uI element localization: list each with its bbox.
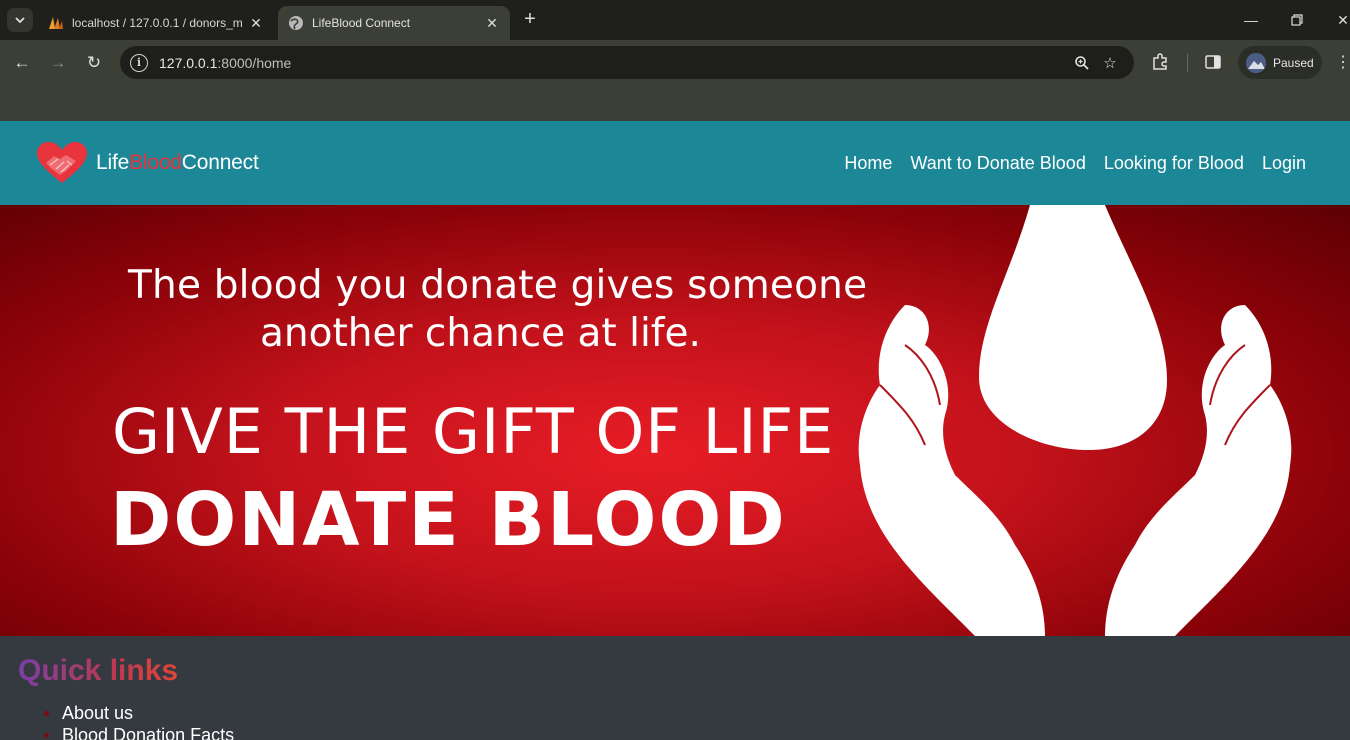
close-tab-icon[interactable]: ✕ bbox=[484, 15, 500, 31]
chevron-down-icon bbox=[15, 17, 25, 24]
minimize-icon[interactable]: — bbox=[1241, 10, 1261, 30]
browser-toolbar: ← → ↻ i 127.0.0.1:8000/home ☆ Paused ⋮ bbox=[0, 40, 1350, 85]
site-navbar: LifeBloodConnect Home Want to Donate Blo… bbox=[0, 121, 1350, 205]
quick-links-heading: Quick links bbox=[18, 654, 179, 687]
tab-title: LifeBlood Connect bbox=[312, 16, 411, 30]
quick-links-list: About us Blood Donation Facts bbox=[44, 702, 234, 740]
menu-kebab-icon[interactable]: ⋮ bbox=[1335, 52, 1350, 74]
hero-banner: The blood you donate gives someone anoth… bbox=[0, 205, 1350, 636]
back-icon[interactable]: ← bbox=[11, 52, 33, 74]
nav-login[interactable]: Login bbox=[1262, 153, 1306, 174]
browser-tabstrip: localhost / 127.0.0.1 / donors_m ✕ LifeB… bbox=[0, 0, 1350, 40]
brand[interactable]: LifeBloodConnect bbox=[36, 141, 259, 185]
heart-handshake-logo-icon bbox=[37, 142, 87, 183]
toolbar-divider bbox=[1187, 54, 1188, 72]
close-window-icon[interactable]: ✕ bbox=[1333, 10, 1350, 30]
blood-drop-hands-illustration bbox=[858, 205, 1292, 636]
main-nav: Home Want to Donate Blood Looking for Bl… bbox=[826, 153, 1306, 174]
hero-tagline-1: The blood you donate gives someone bbox=[128, 263, 868, 308]
bookmarks-bar bbox=[0, 85, 1350, 121]
restore-icon[interactable] bbox=[1287, 10, 1307, 30]
nav-home[interactable]: Home bbox=[844, 153, 892, 174]
avatar bbox=[1246, 52, 1266, 73]
address-bar[interactable]: i 127.0.0.1:8000/home ☆ bbox=[120, 46, 1134, 79]
profile-button[interactable]: Paused bbox=[1238, 46, 1322, 79]
side-panel-icon[interactable] bbox=[1204, 53, 1224, 73]
url-text[interactable]: 127.0.0.1:8000/home bbox=[159, 55, 1068, 71]
nav-donate[interactable]: Want to Donate Blood bbox=[910, 153, 1085, 174]
page-viewport: LifeBloodConnect Home Want to Donate Blo… bbox=[0, 121, 1350, 740]
profile-status: Paused bbox=[1273, 55, 1314, 70]
forward-icon[interactable]: → bbox=[47, 52, 69, 74]
globe-icon bbox=[289, 16, 303, 30]
quick-link-about[interactable]: About us bbox=[44, 702, 234, 724]
tab-lifeblood[interactable]: LifeBlood Connect ✕ bbox=[278, 6, 510, 40]
reload-icon[interactable]: ↻ bbox=[83, 52, 105, 74]
site-info-icon[interactable]: i bbox=[130, 53, 148, 72]
hero-cta-text: DONATE BLOOD bbox=[110, 477, 787, 563]
close-tab-icon[interactable]: ✕ bbox=[248, 15, 264, 31]
extensions-icon[interactable] bbox=[1150, 52, 1172, 74]
phpmyadmin-icon bbox=[49, 17, 63, 29]
hero-headline: GIVE THE GIFT OF LIFE bbox=[112, 395, 835, 468]
hero-tagline-2: another chance at life. bbox=[260, 311, 701, 356]
tab-phpmyadmin[interactable]: localhost / 127.0.0.1 / donors_m ✕ bbox=[38, 6, 274, 40]
zoom-icon[interactable] bbox=[1068, 49, 1096, 77]
tab-search-button[interactable] bbox=[7, 8, 33, 32]
quick-links-section: Quick links About us Blood Donation Fact… bbox=[0, 636, 1350, 740]
brand-name: LifeBloodConnect bbox=[96, 151, 259, 174]
new-tab-icon[interactable]: + bbox=[520, 9, 540, 30]
quick-link-facts[interactable]: Blood Donation Facts bbox=[44, 724, 234, 740]
tab-title: localhost / 127.0.0.1 / donors_m bbox=[72, 16, 243, 30]
bookmark-star-icon[interactable]: ☆ bbox=[1096, 49, 1124, 77]
nav-looking-for-blood[interactable]: Looking for Blood bbox=[1104, 153, 1244, 174]
